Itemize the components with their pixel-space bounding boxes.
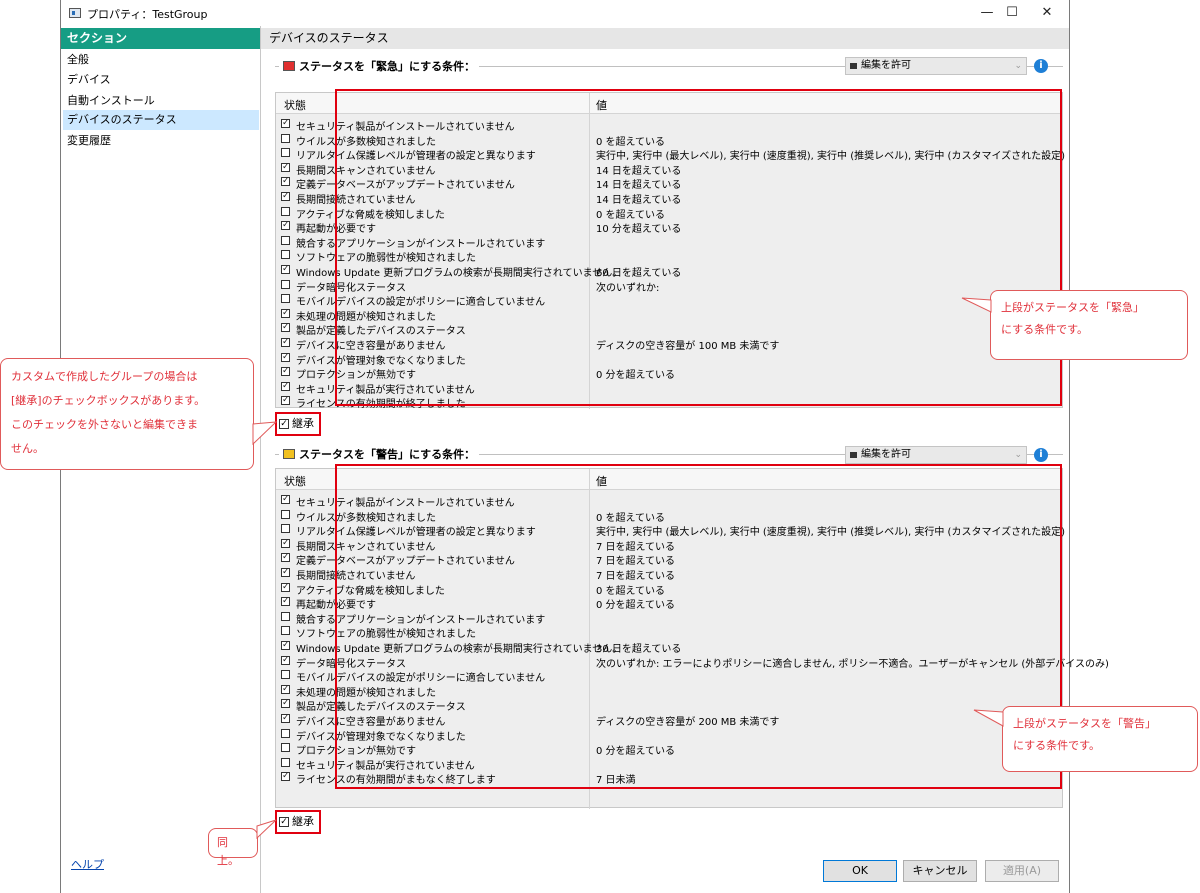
warning-title-text: ステータスを「警告」にする条件： bbox=[299, 448, 476, 461]
chevron-down-icon: ⌄ bbox=[1014, 450, 1022, 460]
maximize-button[interactable]: ☐ bbox=[994, 3, 1030, 23]
condition-checkbox[interactable]: ✓ bbox=[281, 352, 290, 362]
condition-checkbox[interactable] bbox=[281, 148, 290, 158]
sidebar-header: セクション bbox=[61, 28, 260, 49]
condition-checkbox[interactable]: ✓ bbox=[281, 772, 290, 782]
callout-tail bbox=[973, 709, 1004, 727]
callout-line: 上段がステータスを「緊急」 bbox=[1001, 301, 1144, 314]
condition-checkbox[interactable]: ✓ bbox=[281, 568, 290, 577]
window-title: プロパティ：TestGroup bbox=[87, 8, 208, 21]
condition-checkbox[interactable]: ✓ bbox=[281, 192, 290, 201]
condition-checkbox[interactable]: ✓ bbox=[281, 699, 290, 709]
condition-checkbox[interactable]: ✓ bbox=[281, 119, 290, 128]
condition-checkbox[interactable]: ✓ bbox=[281, 265, 290, 274]
condition-checkbox[interactable]: ✓ bbox=[281, 684, 290, 694]
callout-tail bbox=[256, 819, 277, 840]
critical-title-text: ステータスを「緊急」にする条件： bbox=[299, 60, 476, 73]
sidebar-item-devices[interactable]: デバイス bbox=[63, 70, 259, 90]
condition-checkbox[interactable] bbox=[281, 133, 290, 143]
condition-checkbox[interactable] bbox=[281, 743, 290, 753]
condition-checkbox[interactable]: ✓ bbox=[281, 396, 290, 406]
warning-callout: 上段がステータスを「警告」 にする条件です。 bbox=[1002, 706, 1198, 772]
apply-button[interactable]: 適用(A) bbox=[985, 860, 1059, 882]
inherit-callout: カスタムで作成したグループの場合は [継承]のチェックボックスがあります。 この… bbox=[0, 358, 254, 470]
condition-checkbox[interactable]: ✓ bbox=[281, 338, 290, 347]
condition-checkbox[interactable] bbox=[281, 279, 290, 289]
condition-checkbox[interactable]: ✓ bbox=[281, 714, 290, 723]
warning-combo-value: 編集を許可 bbox=[861, 449, 911, 460]
condition-checkbox[interactable]: ✓ bbox=[281, 553, 290, 563]
callout-line: [継承]のチェックボックスがあります。 bbox=[11, 394, 206, 407]
critical-group-title: ステータスを「緊急」にする条件： bbox=[279, 58, 480, 74]
warning-highlight-box bbox=[335, 464, 1062, 789]
help-link[interactable]: ヘルプ bbox=[71, 856, 104, 872]
chevron-down-icon: ⌄ bbox=[1014, 61, 1022, 71]
condition-checkbox[interactable]: ✓ bbox=[281, 641, 290, 650]
condition-checkbox[interactable]: ✓ bbox=[281, 308, 290, 318]
condition-checkbox[interactable] bbox=[281, 250, 290, 260]
window-app-icon bbox=[69, 8, 81, 18]
condition-checkbox[interactable] bbox=[281, 757, 290, 767]
sidebar-item-history[interactable]: 変更履歴 bbox=[63, 131, 259, 151]
condition-checkbox[interactable]: ✓ bbox=[281, 538, 290, 548]
page-title: デバイスのステータス bbox=[261, 28, 1069, 49]
condition-checkbox[interactable]: ✓ bbox=[281, 177, 290, 187]
sidebar-item-auto-install[interactable]: 自動インストール bbox=[63, 91, 259, 111]
inherit-highlight-box bbox=[275, 412, 321, 436]
condition-checkbox[interactable] bbox=[281, 235, 290, 245]
info-icon[interactable]: i bbox=[1034, 448, 1048, 462]
condition-checkbox[interactable]: ✓ bbox=[281, 367, 290, 377]
condition-checkbox[interactable] bbox=[281, 294, 290, 304]
sidebar-item-device-status[interactable]: デバイスのステータス bbox=[63, 110, 259, 130]
main-panel: デバイスのステータス ステータスを「緊急」にする条件： 編集を許可 ⌄ i 状態… bbox=[261, 26, 1109, 893]
callout-line: 同上。 bbox=[217, 836, 239, 867]
callout-line: せん。 bbox=[11, 442, 44, 455]
column-header-state: 状態 bbox=[284, 99, 306, 112]
monitor-red-icon bbox=[283, 61, 295, 71]
condition-checkbox[interactable]: ✓ bbox=[281, 162, 290, 172]
condition-checkbox[interactable] bbox=[281, 670, 290, 680]
callout-line: 上段がステータスを「警告」 bbox=[1013, 717, 1156, 730]
ok-button[interactable]: OK bbox=[823, 860, 897, 882]
column-header-state: 状態 bbox=[284, 475, 306, 488]
condition-checkbox[interactable] bbox=[281, 509, 290, 519]
unlock-icon bbox=[850, 452, 857, 458]
callout-line: にする条件です。 bbox=[1001, 323, 1089, 336]
callout-tail bbox=[961, 297, 992, 313]
same-callout: 同上。 bbox=[208, 828, 258, 867]
callout-line: カスタムで作成したグループの場合は bbox=[11, 370, 198, 383]
cancel-button[interactable]: キャンセル bbox=[903, 860, 977, 882]
callout-line: このチェックを外さないと編集できま bbox=[11, 418, 198, 431]
condition-checkbox[interactable]: ✓ bbox=[281, 597, 290, 607]
title-bar: プロパティ：TestGroup — ☐ ✕ bbox=[61, 0, 1069, 26]
critical-highlight-box bbox=[335, 89, 1062, 406]
condition-checkbox[interactable] bbox=[281, 626, 290, 636]
critical-combo-value: 編集を許可 bbox=[861, 60, 911, 71]
monitor-yellow-icon bbox=[283, 449, 295, 459]
condition-checkbox[interactable] bbox=[281, 611, 290, 621]
condition-checkbox[interactable]: ✓ bbox=[281, 381, 290, 391]
critical-callout: 上段がステータスを「緊急」 にする条件です。 bbox=[990, 290, 1188, 360]
unlock-icon bbox=[850, 63, 857, 69]
condition-checkbox[interactable]: ✓ bbox=[281, 221, 290, 231]
close-button[interactable]: ✕ bbox=[1029, 3, 1065, 23]
inherit-highlight-box bbox=[275, 810, 321, 834]
callout-line: にする条件です。 bbox=[1013, 739, 1101, 752]
condition-checkbox[interactable] bbox=[281, 206, 290, 216]
condition-checkbox[interactable] bbox=[281, 728, 290, 738]
warning-group-title: ステータスを「警告」にする条件： bbox=[279, 446, 480, 462]
warning-edit-combo[interactable]: 編集を許可 ⌄ bbox=[845, 446, 1027, 464]
callout-tail bbox=[252, 421, 278, 446]
condition-checkbox[interactable]: ✓ bbox=[281, 495, 290, 504]
condition-checkbox[interactable] bbox=[281, 524, 290, 534]
info-icon[interactable]: i bbox=[1034, 59, 1048, 73]
condition-checkbox[interactable]: ✓ bbox=[281, 582, 290, 592]
sidebar-item-general[interactable]: 全般 bbox=[63, 50, 259, 70]
critical-edit-combo[interactable]: 編集を許可 ⌄ bbox=[845, 57, 1027, 75]
condition-checkbox[interactable]: ✓ bbox=[281, 655, 290, 665]
condition-checkbox[interactable]: ✓ bbox=[281, 323, 290, 333]
